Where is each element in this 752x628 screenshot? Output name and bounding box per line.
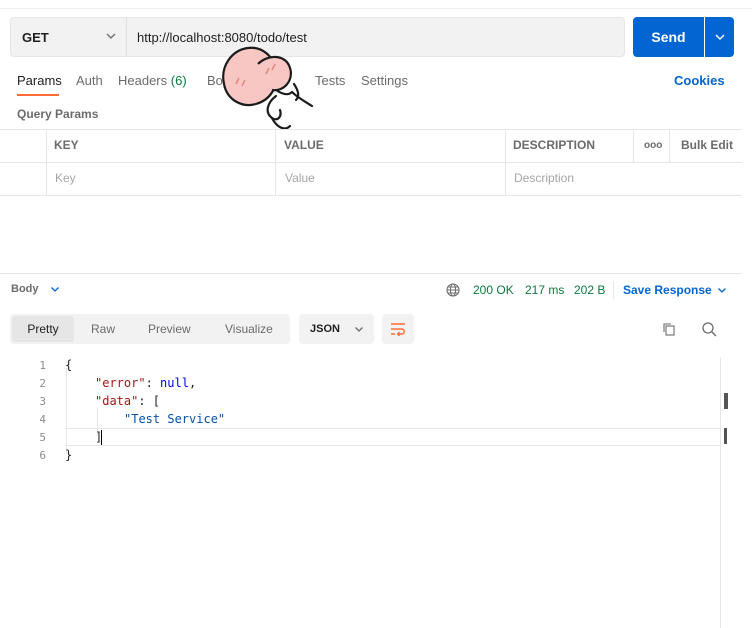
value-input[interactable]: Value — [285, 171, 315, 185]
chevron-down-icon — [355, 327, 363, 332]
line-number: 3 — [39, 395, 46, 408]
tab-headers[interactable]: Headers (6) — [118, 73, 187, 88]
save-response-label: Save Response — [623, 283, 712, 297]
wrap-lines-icon — [391, 323, 405, 336]
code-token: : [ — [138, 394, 161, 408]
table-border-mid — [0, 162, 742, 163]
line-number: 5 — [39, 431, 46, 444]
line-number: 1 — [39, 359, 46, 372]
query-params-heading: Query Params — [17, 107, 99, 121]
url-input[interactable]: http://localhost:8080/todo/test — [126, 17, 625, 57]
code-line[interactable]: { — [65, 358, 72, 372]
tab-headers-label: Headers — [118, 73, 168, 88]
json-key: "data" — [95, 394, 139, 408]
tab-params[interactable]: Params — [17, 73, 62, 88]
panel-divider — [0, 273, 742, 274]
description-input[interactable]: Description — [514, 171, 574, 185]
json-key: "error" — [95, 376, 146, 390]
search-icon[interactable] — [701, 321, 717, 337]
code-line[interactable]: "Test Service" — [124, 412, 225, 426]
table-border-bottom — [0, 195, 742, 196]
wrap-lines-button[interactable] — [382, 314, 414, 344]
text-cursor — [101, 430, 102, 445]
response-size[interactable]: 202 B — [574, 283, 605, 297]
json-value: null — [160, 376, 189, 390]
column-divider — [669, 129, 670, 162]
code-token: { — [65, 358, 73, 372]
method-label: GET — [22, 29, 49, 45]
line-number: 2 — [39, 377, 46, 390]
send-options-button[interactable] — [705, 17, 734, 57]
body-label: Body — [11, 283, 39, 295]
code-line[interactable]: "data": [ — [95, 394, 160, 408]
code-line[interactable]: "error": null, — [95, 376, 196, 390]
code-token: } — [65, 448, 73, 462]
method-select[interactable]: GET — [10, 17, 126, 57]
column-header-value: VALUE — [284, 138, 324, 152]
globe-icon[interactable] — [446, 283, 460, 297]
view-pretty-button[interactable]: Pretty — [12, 316, 74, 342]
send-button[interactable]: Send — [633, 17, 704, 57]
line-number: 4 — [39, 413, 46, 426]
active-tab-indicator — [17, 94, 59, 96]
scrollbar-marker — [724, 428, 727, 444]
key-input[interactable]: Key — [55, 171, 76, 185]
view-raw-button[interactable]: Raw — [91, 322, 115, 336]
response-time[interactable]: 217 ms — [525, 283, 564, 297]
column-divider — [505, 129, 506, 195]
copy-icon[interactable] — [662, 322, 676, 336]
tab-tests[interactable]: Tests — [315, 73, 345, 88]
column-header-description: DESCRIPTION — [513, 138, 596, 152]
chevron-down-icon — [715, 34, 724, 40]
save-response-button[interactable]: Save Response — [623, 283, 727, 297]
active-line-highlight — [65, 428, 720, 446]
cartoon-sticker-icon — [222, 46, 314, 130]
column-divider — [275, 129, 276, 195]
column-header-key: KEY — [54, 138, 79, 152]
format-select[interactable]: JSON — [299, 314, 374, 344]
line-number: 6 — [39, 449, 46, 462]
column-divider — [46, 129, 47, 195]
tab-settings[interactable]: Settings — [361, 73, 408, 88]
chevron-down-icon — [717, 288, 726, 293]
response-body-dropdown[interactable]: Body — [11, 283, 60, 295]
code-line[interactable]: } — [65, 448, 72, 462]
scrollbar-track[interactable] — [720, 357, 721, 628]
format-label: JSON — [310, 323, 340, 335]
tab-auth[interactable]: Auth — [76, 73, 103, 88]
indent-guide — [66, 368, 67, 454]
divider — [613, 281, 614, 299]
json-value: "Test Service" — [124, 412, 226, 426]
cookies-link[interactable]: Cookies — [674, 73, 725, 88]
tab-headers-count: (6) — [170, 73, 187, 88]
more-options-button[interactable]: ooo — [644, 140, 662, 151]
column-divider — [633, 129, 634, 162]
code-token: , — [188, 376, 197, 390]
status-code[interactable]: 200 OK — [473, 283, 514, 297]
table-border-top — [0, 129, 742, 130]
scrollbar-thumb[interactable] — [724, 393, 728, 409]
chevron-down-icon — [50, 287, 59, 292]
view-preview-button[interactable]: Preview — [148, 322, 191, 336]
top-divider — [0, 8, 752, 9]
chevron-down-icon — [106, 33, 116, 39]
code-token: : — [145, 376, 161, 390]
view-visualize-button[interactable]: Visualize — [225, 322, 273, 336]
bulk-edit-button[interactable]: Bulk Edit — [681, 138, 733, 152]
